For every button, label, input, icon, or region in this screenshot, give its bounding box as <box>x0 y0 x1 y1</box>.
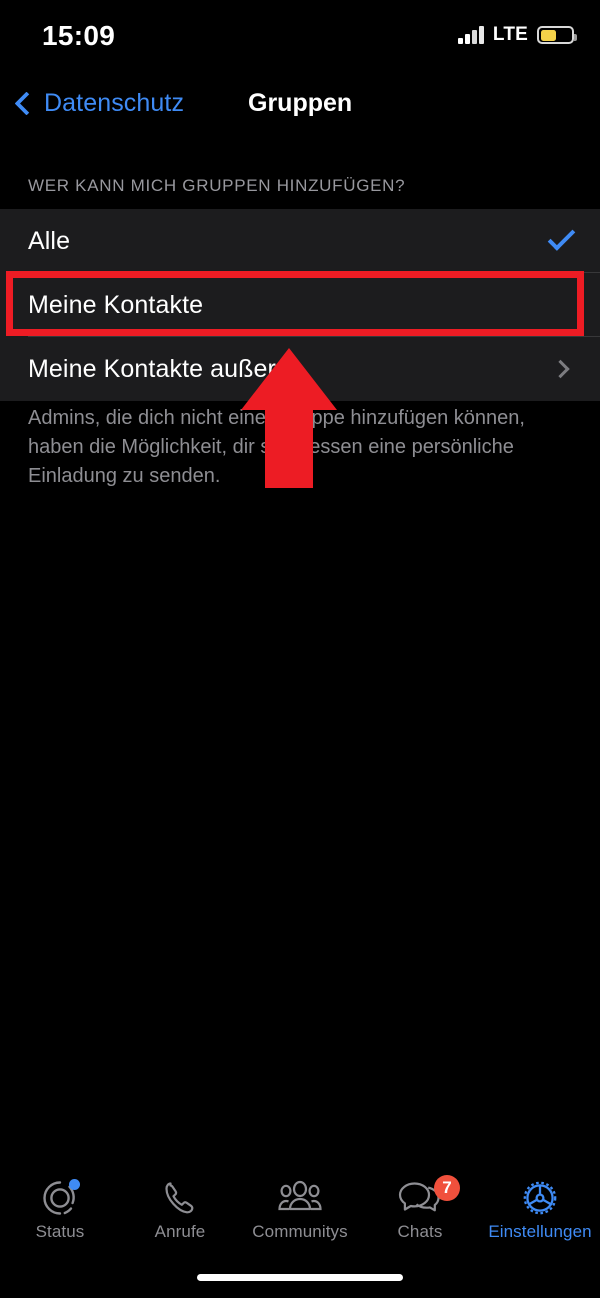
tab-label: Anrufe <box>154 1222 206 1241</box>
chevron-left-icon <box>14 90 39 116</box>
phone-screen: 15:09 LTE Datenschutz Gruppen WER KANN M… <box>0 0 600 1298</box>
list-item-meine-kontakte-ausser[interactable]: Meine Kontakte außer ... <box>0 337 600 401</box>
tab-status[interactable]: Status <box>0 1174 120 1252</box>
list-item-label: Alle <box>28 226 71 255</box>
section-header: WER KANN MICH GRUPPEN HINZUFÜGEN? <box>28 176 406 195</box>
chat-bubbles-icon: 7 <box>396 1175 460 1218</box>
network-type-label: LTE <box>492 24 528 45</box>
tab-einstellungen[interactable]: Einstellungen <box>480 1174 600 1252</box>
navigation-bar: Datenschutz Gruppen <box>0 76 600 130</box>
status-bar: 15:09 LTE <box>0 0 600 70</box>
tab-communitys[interactable]: Communitys <box>240 1174 360 1252</box>
tab-label: Chats <box>397 1222 443 1241</box>
phone-icon <box>160 1178 200 1218</box>
back-button-label: Datenschutz <box>44 88 185 117</box>
status-new-dot <box>69 1179 80 1190</box>
battery-cap <box>574 33 577 41</box>
chats-unread-badge: 7 <box>434 1175 460 1201</box>
chevron-right-icon <box>551 359 570 379</box>
options-list: Alle Meine Kontakte Meine Kontakte außer… <box>0 209 600 401</box>
tab-bar: Status Anrufe Communitys 7 Chats Einstel… <box>0 1174 600 1252</box>
status-bar-indicators: LTE <box>458 24 577 46</box>
gear-icon <box>519 1178 561 1218</box>
tab-chats[interactable]: 7 Chats <box>360 1174 480 1252</box>
tab-anrufe[interactable]: Anrufe <box>120 1174 240 1252</box>
back-button[interactable]: Datenschutz <box>14 76 185 130</box>
tab-label: Einstellungen <box>488 1222 592 1241</box>
community-people-icon <box>277 1178 323 1218</box>
cellular-signal-icon <box>458 26 484 44</box>
list-item-alle[interactable]: Alle <box>0 209 600 273</box>
list-item-meine-kontakte[interactable]: Meine Kontakte <box>0 273 600 337</box>
checkmark-icon <box>547 223 576 251</box>
tab-label: Communitys <box>252 1222 348 1241</box>
home-indicator[interactable] <box>197 1274 403 1281</box>
tab-label: Status <box>35 1222 85 1241</box>
list-item-label: Meine Kontakte außer ... <box>28 354 305 383</box>
status-bar-time: 15:09 <box>42 20 116 51</box>
section-footer-note: Admins, die dich nicht einer Gruppe hinz… <box>28 407 525 487</box>
battery-icon <box>537 26 577 44</box>
page-title: Gruppen <box>248 88 353 117</box>
battery-fill <box>540 29 557 41</box>
list-item-label: Meine Kontakte <box>28 290 204 319</box>
status-rings-icon <box>39 1178 81 1218</box>
